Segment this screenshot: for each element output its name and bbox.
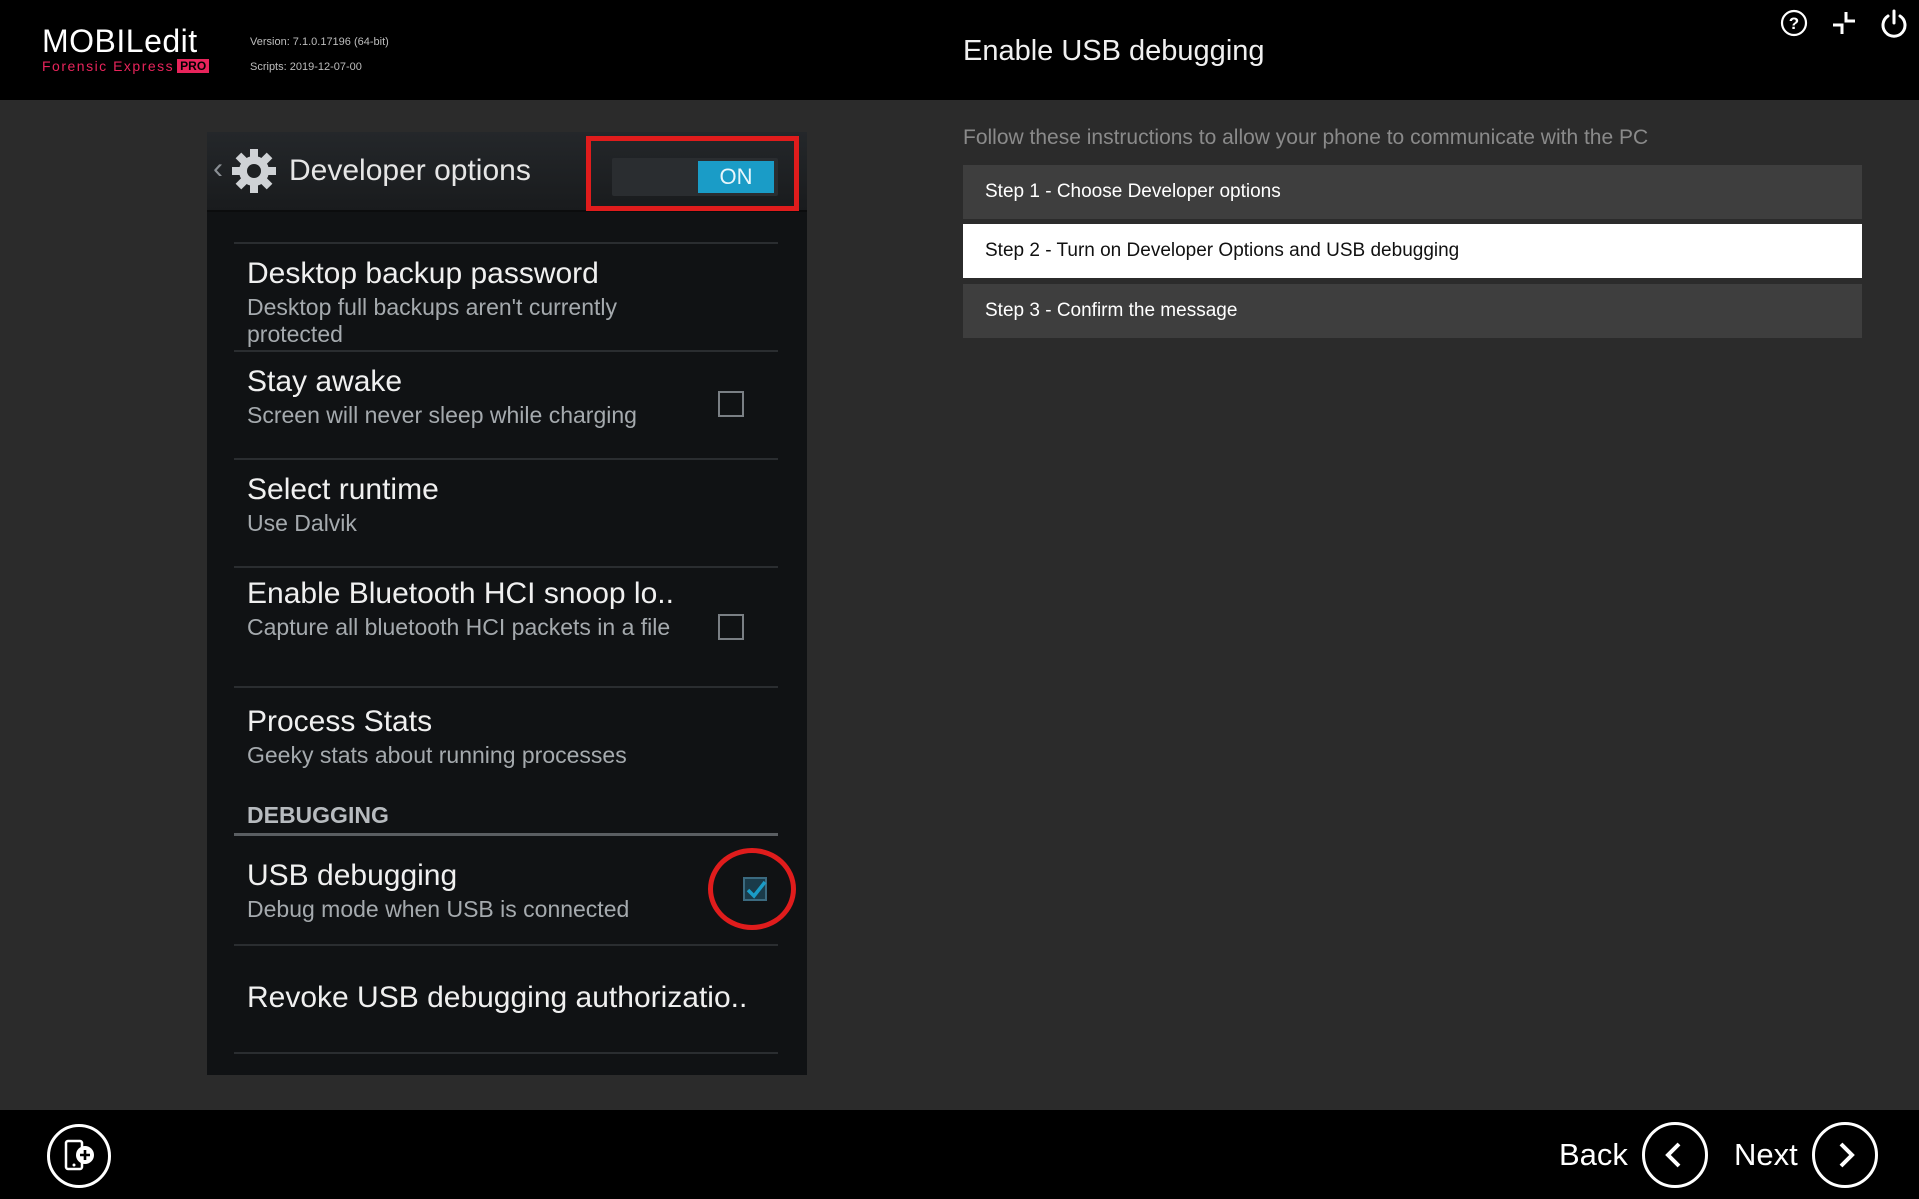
developer-options-list: Desktop backup password Desktop full bac…	[234, 242, 796, 1054]
step-3[interactable]: Step 3 - Confirm the message	[963, 284, 1862, 338]
item-title: Process Stats	[247, 705, 433, 738]
item-title: Revoke USB debugging authorizatio..	[247, 981, 748, 1014]
list-item: Select runtime Use Dalvik	[234, 460, 778, 568]
logo-pro-badge: PRO	[177, 59, 210, 73]
back-button[interactable]: Back	[1559, 1122, 1708, 1188]
item-title: Desktop backup password	[247, 257, 599, 290]
app-logo: MOBILedit Forensic Express PRO	[42, 23, 210, 74]
toggle-on-label: ON	[698, 161, 774, 193]
stay-awake-checkbox	[718, 391, 744, 417]
item-subtitle: Use Dalvik	[247, 510, 357, 536]
list-item: Revoke USB debugging authorizatio..	[234, 946, 778, 1054]
chevron-left-icon	[1641, 1122, 1708, 1188]
item-title: USB debugging	[247, 859, 458, 892]
checkmark-icon	[746, 880, 767, 899]
add-device-icon	[64, 1139, 94, 1171]
item-title: Stay awake	[247, 365, 403, 398]
item-subtitle: Desktop full backups aren't currently pr…	[247, 294, 618, 347]
header-toolbar: ?	[1777, 6, 1911, 40]
toggle-highlight: ON	[586, 136, 799, 211]
usb-debugging-checkbox	[743, 877, 767, 901]
list-item: Enable Bluetooth HCI snoop lo.. Capture …	[234, 568, 778, 688]
back-label: Back	[1559, 1137, 1628, 1172]
item-subtitle: Debug mode when USB is connected	[247, 896, 630, 922]
developer-options-toggle: ON	[612, 158, 778, 196]
usb-debugging-item: USB debugging Debug mode when USB is con…	[234, 836, 796, 946]
version-info: Version: 7.1.0.17196 (64-bit) Scripts: 2…	[250, 30, 389, 80]
list-item: Stay awake Screen will never sleep while…	[234, 352, 778, 460]
next-button[interactable]: Next	[1734, 1122, 1878, 1188]
footer-bar: Back Next	[0, 1110, 1919, 1199]
usb-debugging-highlight	[708, 848, 796, 930]
item-title: Enable Bluetooth HCI snoop lo..	[247, 577, 674, 610]
item-subtitle: Screen will never sleep while charging	[247, 402, 637, 428]
power-icon[interactable]	[1877, 6, 1911, 40]
add-device-button[interactable]	[47, 1124, 111, 1188]
list-item: Process Stats Geeky stats about running …	[234, 688, 778, 796]
logo-main-text: MOBILedit	[42, 23, 198, 59]
bluetooth-hci-checkbox	[718, 614, 744, 640]
step-2[interactable]: Step 2 - Turn on Developer Options and U…	[963, 224, 1862, 278]
scripts-text: Scripts: 2019-12-07-00	[250, 61, 362, 73]
list-item: Desktop backup password Desktop full bac…	[234, 244, 778, 352]
version-text: Version: 7.1.0.17196 (64-bit)	[250, 36, 389, 48]
next-label: Next	[1734, 1137, 1798, 1172]
phone-action-bar: ‹ Developer options ON	[207, 132, 807, 212]
app-header: MOBILedit Forensic Express PRO Version: …	[0, 0, 1919, 100]
item-subtitle: Geeky stats about running processes	[247, 742, 627, 768]
svg-text:?: ?	[1789, 14, 1799, 33]
phone-screenshot: ‹ Developer options ON Desktop backup pa…	[207, 132, 807, 1075]
collapse-icon[interactable]	[1827, 6, 1861, 40]
logo-sub-text: Forensic Express PRO	[42, 58, 210, 74]
logo-product: Forensic Express	[42, 58, 175, 74]
item-subtitle: Capture all bluetooth HCI packets in a f…	[247, 614, 671, 640]
instructions-text: Follow these instructions to allow your …	[963, 126, 1649, 149]
help-icon[interactable]: ?	[1777, 6, 1811, 40]
debugging-section-header: DEBUGGING	[234, 796, 778, 836]
page-title: Enable USB debugging	[963, 35, 1265, 67]
gear-icon	[229, 146, 279, 201]
back-chevron-icon: ‹	[213, 152, 223, 185]
chevron-right-icon	[1811, 1122, 1878, 1188]
item-title: Select runtime	[247, 473, 439, 506]
developer-options-title: Developer options	[289, 154, 531, 187]
step-1[interactable]: Step 1 - Choose Developer options	[963, 165, 1862, 219]
